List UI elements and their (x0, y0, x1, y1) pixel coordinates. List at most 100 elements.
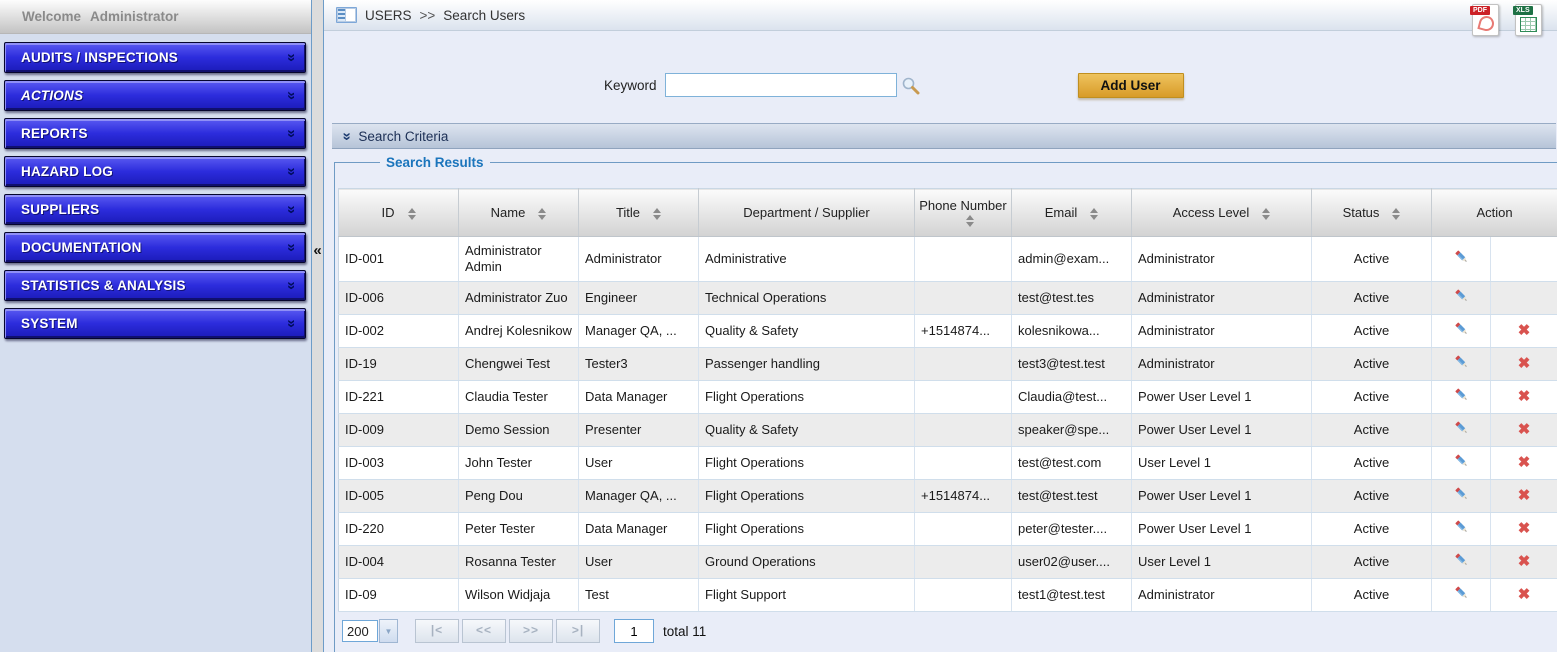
cell-department: Ground Operations (698, 545, 915, 579)
sidebar-item-system[interactable]: SYSTEM « (4, 308, 306, 339)
cell-name: Rosanna Tester (458, 545, 579, 579)
cell-department: Flight Operations (698, 479, 915, 513)
search-criteria-toggle[interactable]: « Search Criteria (332, 123, 1556, 149)
column-header-name[interactable]: Name (458, 188, 579, 237)
cell-access-level: Administrator (1131, 314, 1312, 348)
column-header-access-level[interactable]: Access Level (1131, 188, 1312, 237)
next-page-button[interactable]: >> (509, 619, 553, 643)
export-pdf-icon[interactable]: PDF (1470, 4, 1499, 36)
edit-icon[interactable] (1454, 288, 1469, 306)
cell-action-delete (1490, 236, 1557, 282)
search-toolbar: Keyword Add User (604, 72, 1557, 98)
cell-action-delete: ✖ (1490, 380, 1557, 414)
delete-icon[interactable]: ✖ (1518, 520, 1531, 537)
column-header-email[interactable]: Email (1011, 188, 1132, 237)
sidebar-item-documentation[interactable]: DOCUMENTATION « (4, 232, 306, 263)
edit-icon[interactable] (1454, 249, 1469, 267)
sort-icon[interactable] (653, 207, 662, 220)
delete-icon[interactable]: ✖ (1518, 553, 1531, 570)
sidebar-item-suppliers[interactable]: SUPPLIERS « (4, 194, 306, 225)
cell-phone (914, 446, 1012, 480)
cell-phone: +1514874... (914, 479, 1012, 513)
collapse-sidebar-button[interactable]: « (310, 242, 325, 260)
cell-id: ID-003 (338, 446, 459, 480)
page-size-value[interactable]: 200 (342, 620, 378, 642)
delete-icon[interactable]: ✖ (1518, 355, 1531, 372)
cell-name: Wilson Widjaja (458, 578, 579, 612)
sidebar-item-statistics-analysis[interactable]: STATISTICS & ANALYSIS « (4, 270, 306, 301)
cell-email: test1@test.test (1011, 578, 1132, 612)
welcome-username: Administrator (90, 9, 179, 24)
cell-phone (914, 512, 1012, 546)
first-page-button[interactable]: |< (415, 619, 459, 643)
column-header-title[interactable]: Title (578, 188, 699, 237)
cell-title: Manager QA, ... (578, 479, 699, 513)
cell-phone (914, 236, 1012, 282)
prev-page-button[interactable]: << (462, 619, 506, 643)
edit-icon[interactable] (1454, 519, 1469, 537)
delete-icon[interactable]: ✖ (1518, 322, 1531, 339)
edit-icon[interactable] (1454, 552, 1469, 570)
delete-icon[interactable]: ✖ (1518, 421, 1531, 438)
edit-icon[interactable] (1454, 387, 1469, 405)
sidebar-item-actions[interactable]: ACTIONS « (4, 80, 306, 111)
delete-icon[interactable]: ✖ (1518, 487, 1531, 504)
add-user-button[interactable]: Add User (1077, 72, 1184, 98)
column-header-status[interactable]: Status (1311, 188, 1432, 237)
sidebar-item-audits-inspections[interactable]: AUDITS / INSPECTIONS « (4, 42, 306, 73)
cell-department: Quality & Safety (698, 413, 915, 447)
edit-icon[interactable] (1454, 486, 1469, 504)
delete-icon[interactable]: ✖ (1518, 388, 1531, 405)
edit-icon[interactable] (1454, 453, 1469, 471)
edit-icon[interactable] (1454, 585, 1469, 603)
cell-action-delete: ✖ (1490, 413, 1557, 447)
sort-icon[interactable] (1262, 207, 1271, 220)
cell-department: Flight Support (698, 578, 915, 612)
sidebar-item-label: SUPPLIERS (21, 202, 100, 217)
column-header-id[interactable]: ID (338, 188, 459, 237)
sort-icon[interactable] (538, 207, 547, 220)
cell-phone (914, 413, 1012, 447)
cell-action-edit (1431, 236, 1491, 282)
sort-icon[interactable] (407, 207, 416, 220)
edit-icon[interactable] (1454, 354, 1469, 372)
table-row: ID-19 Chengwei Test Tester3 Passenger handl… (338, 347, 1557, 381)
cell-access-level: Administrator (1131, 347, 1312, 381)
cell-access-level: Administrator (1131, 578, 1312, 612)
cell-department: Passenger handling (698, 347, 915, 381)
cell-status: Active (1311, 578, 1432, 612)
page-size-dropdown-icon[interactable]: ▼ (379, 619, 398, 643)
chevron-down-icon: « (282, 243, 300, 252)
welcome-header: Welcome Administrator (0, 0, 311, 34)
sort-icon[interactable] (1090, 207, 1099, 220)
chevron-down-icon: « (282, 129, 300, 138)
sidebar-item-hazard-log[interactable]: HAZARD LOG « (4, 156, 306, 187)
cell-status: Active (1311, 479, 1432, 513)
cell-status: Active (1311, 380, 1432, 414)
cell-title: Data Manager (578, 512, 699, 546)
delete-icon[interactable]: ✖ (1518, 586, 1531, 603)
export-xls-icon[interactable]: XLS (1513, 4, 1542, 36)
cell-id: ID-004 (338, 545, 459, 579)
cell-name: Administrator Admin (458, 236, 579, 282)
breadcrumb-section: USERS (365, 7, 412, 23)
cell-action-delete: ✖ (1490, 545, 1557, 579)
cell-title: Presenter (578, 413, 699, 447)
cell-action-delete: ✖ (1490, 314, 1557, 348)
delete-icon[interactable]: ✖ (1518, 454, 1531, 471)
cell-action-delete: ✖ (1490, 347, 1557, 381)
cell-department: Technical Operations (698, 281, 915, 315)
last-page-button[interactable]: >| (556, 619, 600, 643)
sort-icon[interactable] (965, 215, 974, 228)
cell-phone (914, 281, 1012, 315)
column-label: Name (490, 205, 526, 220)
edit-icon[interactable] (1454, 420, 1469, 438)
column-header-phone-number[interactable]: Phone Number (914, 188, 1012, 237)
keyword-input[interactable] (664, 73, 897, 97)
cell-title: Manager QA, ... (578, 314, 699, 348)
sidebar-item-reports[interactable]: REPORTS « (4, 118, 306, 149)
current-page-input[interactable] (614, 619, 654, 643)
sort-icon[interactable] (1392, 207, 1401, 220)
edit-icon[interactable] (1454, 321, 1469, 339)
search-icon[interactable] (901, 76, 920, 95)
